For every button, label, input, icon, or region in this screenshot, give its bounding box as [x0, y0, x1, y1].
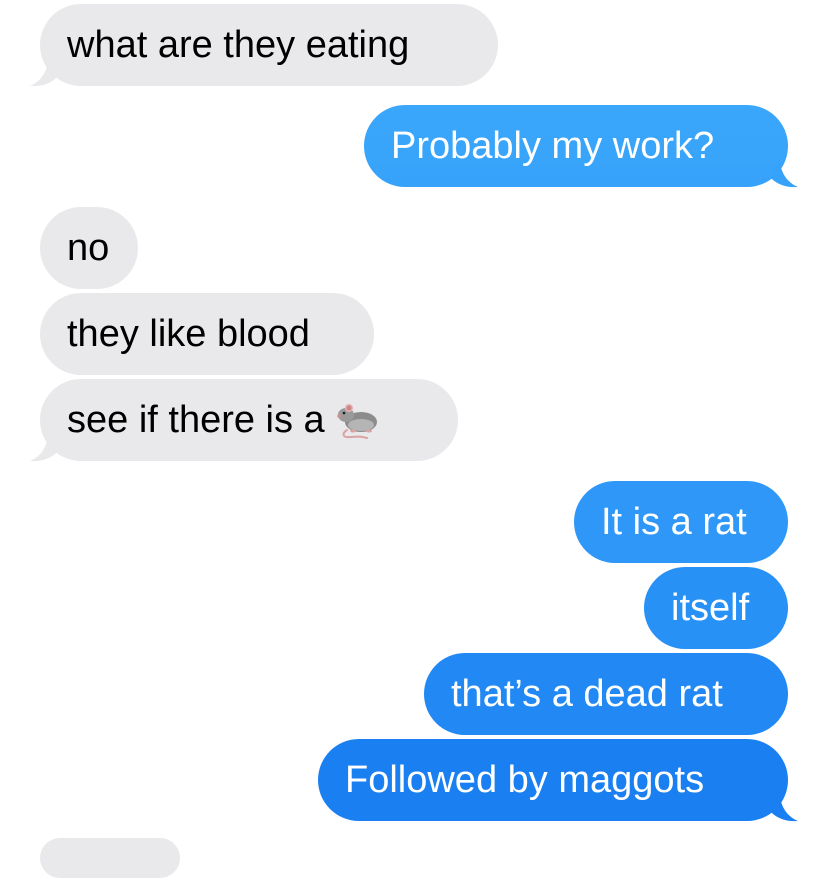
- bubble-tail: [30, 58, 58, 87]
- rat-icon: [336, 404, 377, 439]
- message-bubble-outgoing[interactable]: Probably my work?: [364, 105, 788, 187]
- message-text: what are they eating: [67, 24, 410, 66]
- message-thread: what are they eating Probably my work? n…: [0, 0, 828, 878]
- message-text: no: [67, 227, 110, 269]
- message-text: that’s a dead rat: [451, 673, 723, 715]
- message-bubble-incoming[interactable]: they like blood: [40, 293, 374, 375]
- message-bubble-outgoing[interactable]: that’s a dead rat: [424, 653, 788, 735]
- message-bubble-outgoing[interactable]: itself: [644, 567, 788, 649]
- message-text: Probably my work?: [391, 125, 715, 167]
- message-bubble-incoming-partial[interactable]: [40, 838, 180, 878]
- message-text: It is a rat: [601, 501, 747, 543]
- message-bubble-incoming[interactable]: see if there is a: [40, 379, 458, 461]
- message-bubble-outgoing[interactable]: Followed by maggots: [318, 739, 788, 821]
- message-text: itself: [671, 587, 750, 629]
- message-text: see if there is a: [67, 399, 325, 441]
- bubble-tail: [770, 159, 798, 188]
- message-bubble-outgoing[interactable]: It is a rat: [574, 481, 788, 563]
- bubble-tail: [30, 433, 58, 462]
- message-bubble-incoming[interactable]: no: [40, 207, 138, 289]
- message-text: Followed by maggots: [345, 759, 705, 801]
- bubble-tail: [770, 793, 798, 822]
- message-bubble-incoming[interactable]: what are they eating: [40, 4, 498, 86]
- message-text: they like blood: [67, 313, 310, 355]
